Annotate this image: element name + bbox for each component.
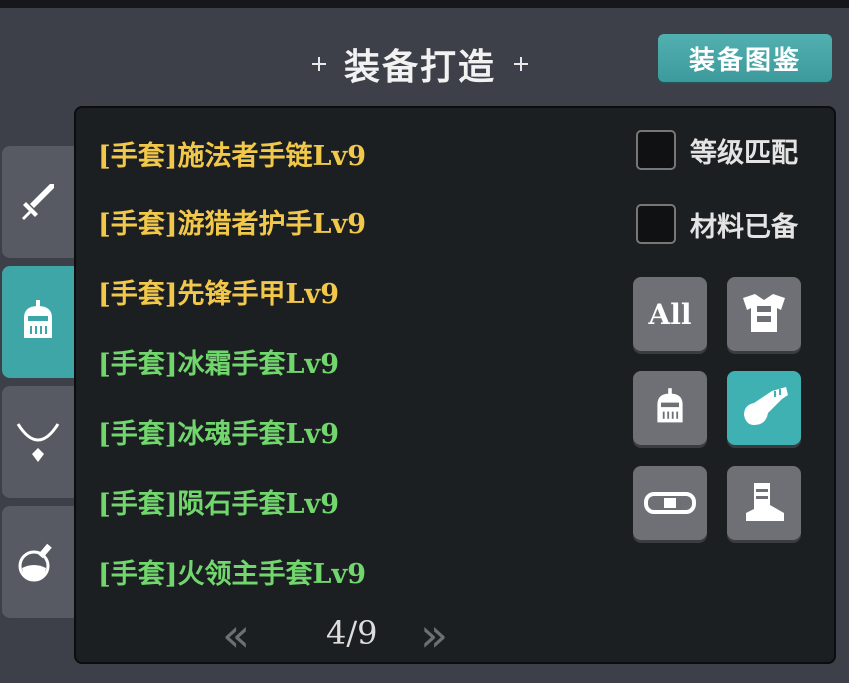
category-belt-button[interactable] (633, 466, 707, 540)
gloves-icon (744, 387, 788, 425)
level-match-filter[interactable]: 等级匹配 (636, 130, 798, 170)
next-page-button[interactable]: » (420, 608, 448, 662)
pagination: « 4/9 » (222, 604, 482, 662)
recipe-item[interactable]: [手套]火领主手套Lv9 (98, 552, 366, 591)
sword-icon (22, 184, 54, 220)
potion-icon (18, 543, 52, 582)
tab-consumable[interactable] (2, 506, 74, 618)
level-match-label: 等级匹配 (690, 137, 798, 169)
level-match-checkbox[interactable] (636, 130, 676, 170)
category-armor-button[interactable] (727, 277, 801, 351)
recipe-item[interactable]: [手套]游猎者护手Lv9 (98, 202, 366, 241)
recipe-item[interactable]: [手套]施法者手链Lv9 (98, 134, 366, 173)
tab-armor[interactable] (2, 266, 74, 378)
recipe-item[interactable]: [手套]冰霜手套Lv9 (98, 342, 339, 381)
recipe-item[interactable]: [手套]冰魂手套Lv9 (98, 412, 339, 451)
materials-ready-label: 材料已备 (690, 211, 798, 243)
boots-icon (746, 483, 784, 521)
sparkle-icon (311, 57, 326, 71)
materials-ready-filter[interactable]: 材料已备 (636, 204, 798, 244)
header: 装备打造 (300, 36, 540, 92)
equipment-codex-button[interactable]: 装备图鉴 (658, 34, 832, 82)
recipe-item[interactable]: [手套]陨石手套Lv9 (98, 482, 339, 521)
page-indicator: 4/9 (326, 614, 378, 652)
category-gloves-button[interactable] (727, 371, 801, 445)
tab-accessory[interactable] (2, 386, 74, 498)
necklace-icon (16, 423, 60, 462)
sparkle-icon (514, 57, 528, 71)
category-all-label: All (648, 297, 692, 331)
materials-ready-checkbox[interactable] (636, 204, 676, 244)
helmet-icon (24, 300, 52, 338)
category-helmet-button[interactable] (633, 371, 707, 445)
belt-icon (644, 492, 696, 514)
recipe-item[interactable]: [手套]先锋手甲Lv9 (98, 272, 339, 311)
tab-weapon[interactable] (2, 146, 74, 258)
top-border (0, 0, 849, 8)
prev-page-button[interactable]: « (222, 608, 250, 662)
category-boots-button[interactable] (727, 466, 801, 540)
category-all-button[interactable]: All (633, 277, 707, 351)
helmet-icon (657, 388, 683, 423)
armor-icon (743, 294, 785, 332)
page-title: 装备打造 (343, 46, 496, 88)
